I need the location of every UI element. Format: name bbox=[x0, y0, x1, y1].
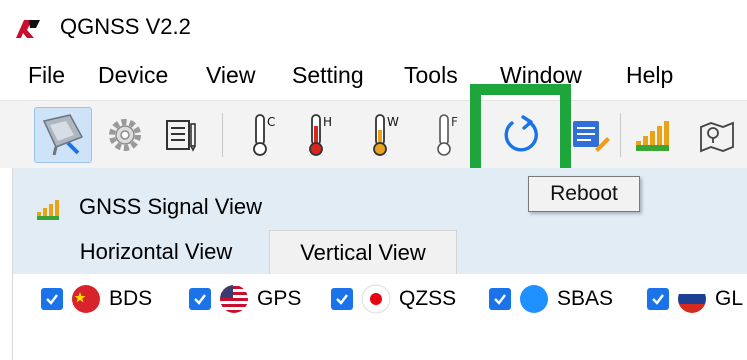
menu-device[interactable]: Device bbox=[98, 62, 168, 89]
checkbox-checked-icon[interactable] bbox=[647, 288, 669, 310]
device-connect-icon bbox=[42, 114, 84, 156]
checkbox-checked-icon[interactable] bbox=[41, 288, 63, 310]
settings-button[interactable] bbox=[96, 107, 154, 163]
menu-view[interactable]: View bbox=[206, 62, 255, 89]
russia-flag-icon bbox=[678, 285, 706, 313]
filter-qzss[interactable]: QZSS bbox=[331, 284, 456, 314]
filter-bds[interactable]: BDS bbox=[41, 284, 152, 314]
menu-help[interactable]: Help bbox=[626, 62, 673, 89]
filter-label-gps: GPS bbox=[257, 287, 302, 310]
filter-glonass[interactable]: GL bbox=[647, 284, 743, 314]
data-log-icon bbox=[166, 120, 196, 152]
map-view-button[interactable] bbox=[690, 107, 747, 163]
config-edit-icon bbox=[573, 121, 610, 152]
toolbar: C H W F bbox=[0, 100, 747, 168]
title-bar: QGNSS V2.2 bbox=[0, 0, 747, 56]
view-tabs: Horizontal View Vertical View bbox=[13, 230, 747, 274]
usa-flag-icon bbox=[220, 285, 248, 313]
warm-badge: W bbox=[387, 115, 399, 129]
checkbox-checked-icon[interactable] bbox=[489, 288, 511, 310]
panel-title: GNSS Signal View bbox=[79, 194, 263, 219]
filter-label-sbas: SBAS bbox=[557, 287, 614, 310]
warm-start-button[interactable]: W bbox=[354, 107, 412, 163]
tab-horizontal-view[interactable]: Horizontal View bbox=[43, 230, 269, 274]
filter-label-bds: BDS bbox=[109, 287, 153, 310]
signal-chart-area bbox=[13, 320, 747, 360]
hot-badge: H bbox=[323, 115, 332, 129]
menu-bar: File Device View Setting Tools Window He… bbox=[0, 56, 747, 100]
menu-tools[interactable]: Tools bbox=[404, 62, 458, 89]
menu-file[interactable]: File bbox=[28, 62, 65, 89]
checkbox-checked-icon[interactable] bbox=[331, 288, 353, 310]
constellation-filters: BDS GPS QZSS SBAS GL bbox=[13, 274, 747, 320]
signal-bars-icon bbox=[37, 200, 59, 220]
checkbox-checked-icon[interactable] bbox=[189, 288, 211, 310]
hot-start-button[interactable]: H bbox=[290, 107, 348, 163]
menu-setting[interactable]: Setting bbox=[292, 62, 364, 89]
device-connect-button[interactable] bbox=[34, 107, 92, 163]
signal-view-button[interactable] bbox=[626, 107, 684, 163]
china-flag-icon bbox=[72, 285, 100, 313]
app-logo-icon bbox=[16, 20, 40, 38]
cold-start-thermometer-icon: C bbox=[253, 114, 275, 156]
japan-flag-icon bbox=[361, 284, 391, 314]
filter-label-qzss: QZSS bbox=[399, 287, 457, 310]
window-title: QGNSS V2.2 bbox=[60, 14, 191, 39]
toolbar-separator bbox=[620, 113, 621, 157]
settings-gear-icon bbox=[109, 119, 141, 151]
cold-badge: C bbox=[267, 115, 275, 129]
filter-label-glonass: GL bbox=[715, 287, 744, 310]
filter-gps[interactable]: GPS bbox=[189, 284, 301, 314]
reboot-tooltip: Reboot bbox=[528, 176, 640, 212]
sbas-icon bbox=[520, 285, 548, 313]
tab-vertical-view[interactable]: Vertical View bbox=[269, 230, 457, 274]
filter-sbas[interactable]: SBAS bbox=[489, 284, 613, 314]
signal-bars-icon bbox=[636, 121, 669, 151]
factory-start-thermometer-icon: F bbox=[437, 114, 458, 156]
data-log-button[interactable] bbox=[152, 107, 210, 163]
hot-start-thermometer-icon: H bbox=[309, 114, 332, 156]
factory-badge: F bbox=[451, 115, 458, 129]
warm-start-thermometer-icon: W bbox=[373, 114, 399, 156]
map-view-icon bbox=[700, 121, 734, 153]
cold-start-button[interactable]: C bbox=[234, 107, 292, 163]
toolbar-separator bbox=[222, 113, 223, 157]
factory-start-button[interactable]: F bbox=[418, 107, 476, 163]
